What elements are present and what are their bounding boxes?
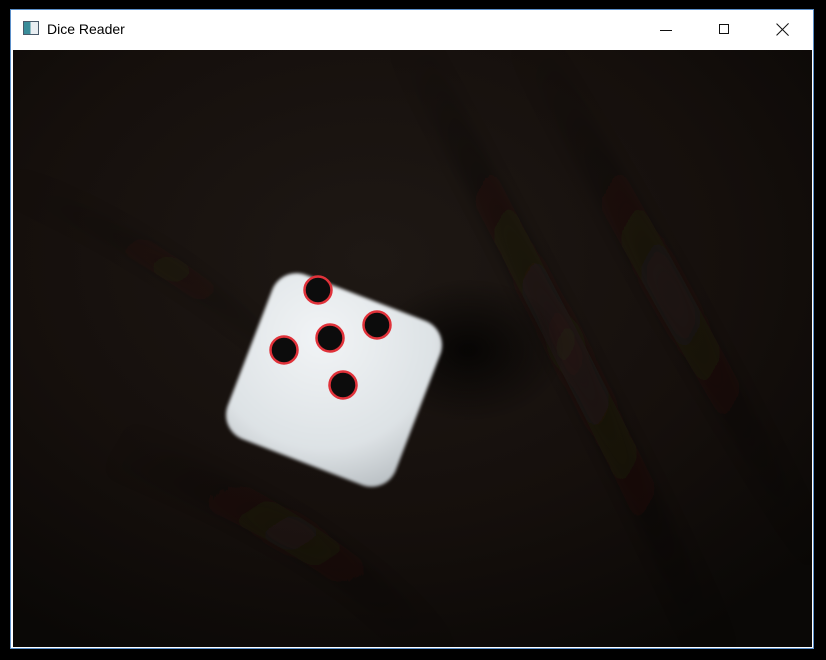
app-window-icon (23, 21, 39, 35)
window-title: Dice Reader (47, 21, 125, 37)
maximize-icon (719, 24, 729, 34)
camera-feed (13, 50, 812, 647)
close-icon (776, 22, 790, 36)
pip-marker (362, 310, 392, 340)
minimize-button[interactable] (637, 10, 695, 48)
minimize-icon (660, 29, 672, 31)
pip-marker (269, 335, 299, 365)
camera-frame (13, 50, 812, 647)
close-button[interactable] (753, 10, 813, 48)
maximize-button[interactable] (695, 10, 753, 48)
title-bar[interactable]: Dice Reader (11, 10, 813, 48)
pip-marker (315, 323, 345, 353)
pip-marker (328, 370, 358, 400)
pip-marker (303, 275, 333, 305)
dice-reader-window: Dice Reader (10, 9, 814, 649)
